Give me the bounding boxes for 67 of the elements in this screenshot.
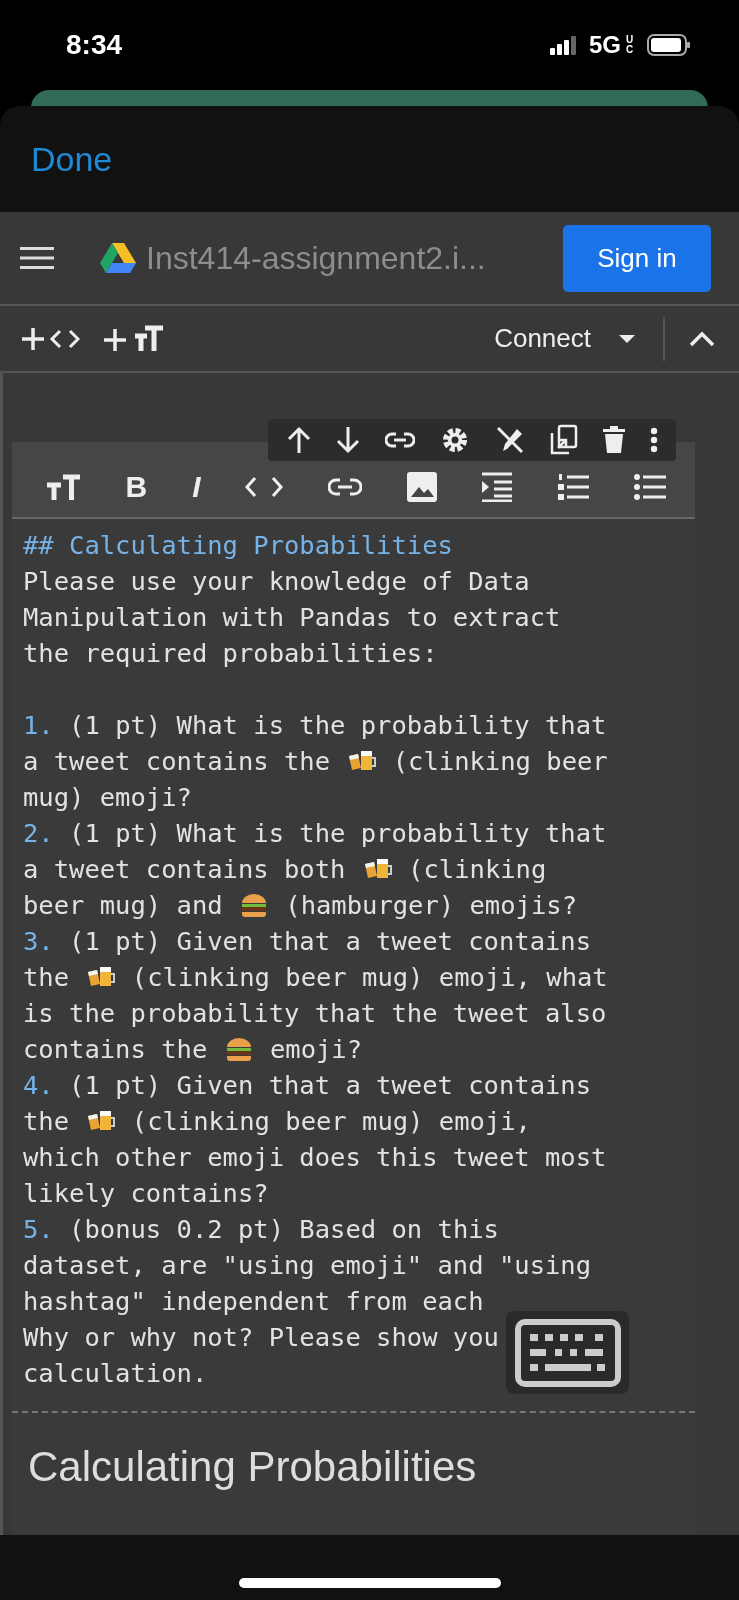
code-text: (clinking beer (391, 745, 608, 778)
status-time: 8:34 (66, 29, 123, 61)
battery-icon (647, 34, 691, 56)
code-text: the required probabilities: (23, 637, 438, 670)
notebook-title[interactable]: Inst414-assignment2.i... (146, 239, 563, 277)
code-text: contains the (23, 1033, 209, 1066)
add-text-icon[interactable] (104, 324, 164, 353)
code-text: (1 pt) What is the probability that (68, 817, 607, 850)
menu-icon[interactable] (20, 246, 54, 270)
mirror-icon[interactable] (549, 424, 578, 456)
network-label: 5G (589, 31, 621, 59)
code-text: a tweet contains both (23, 853, 347, 886)
code-text: Why or why not? Please show you (23, 1321, 499, 1354)
code-text: (bonus 0.2 pt) Based on this (68, 1213, 499, 1246)
code-text: Please use your knowledge of Data (23, 565, 530, 598)
link-icon[interactable] (328, 477, 363, 496)
numbered-list-icon[interactable] (557, 471, 590, 502)
code-text: (1 pt) Given that a tweet contains (68, 925, 592, 958)
code-text: (1 pt) Given that a tweet contains (68, 1069, 592, 1102)
code-text: dataset, are "using emoji" and "using (23, 1249, 592, 1282)
done-link[interactable]: Done (31, 139, 113, 179)
bullet-list-icon[interactable] (634, 472, 667, 501)
code-text: mug) emoji? (23, 781, 192, 814)
arrow-down-icon[interactable] (335, 426, 360, 454)
code-text: (clinking beer mug) emoji, what (130, 961, 608, 994)
more-icon[interactable] (649, 427, 658, 453)
pencil-crossed-icon[interactable] (494, 425, 525, 455)
list-number: 1. (23, 709, 54, 742)
code-text: calculation. (23, 1357, 208, 1390)
list-number: 4. (23, 1069, 54, 1102)
code-text: hashtag" independent from each (23, 1285, 484, 1318)
dropdown-caret-icon (619, 333, 635, 344)
code-text: Manipulation with Pandas to extract (23, 601, 561, 634)
trash-icon[interactable] (602, 426, 625, 454)
code-icon[interactable] (245, 475, 284, 498)
code-text: (hamburger) emojis? (284, 889, 577, 922)
collapse-caret-icon[interactable] (689, 330, 715, 347)
text-size-icon[interactable] (46, 473, 81, 500)
indent-icon[interactable] (482, 471, 513, 502)
code-text: the (23, 961, 71, 994)
list-number: 5. (23, 1213, 54, 1246)
code-text: a tweet contains the (23, 745, 332, 778)
code-text: beer mug) and (23, 889, 224, 922)
network-suffix: UC (626, 35, 635, 55)
sign-in-button[interactable]: Sign in (563, 224, 711, 292)
image-icon[interactable] (407, 471, 438, 502)
markdown-heading: ## Calculating Probabilities (23, 529, 453, 562)
code-text: (1 pt) What is the probability that (68, 709, 607, 742)
code-text: which other emoji does this tweet most (23, 1141, 607, 1174)
link-icon[interactable] (384, 432, 415, 448)
list-number: 2. (23, 817, 54, 850)
connect-dropdown[interactable]: Connect (494, 323, 635, 354)
keyboard-button[interactable] (506, 1311, 629, 1394)
code-text: (clinking beer mug) emoji, (130, 1105, 531, 1138)
rendered-heading: Calculating Probabilities (27, 1442, 478, 1491)
code-text: likely contains? (23, 1177, 269, 1210)
bold-button[interactable]: B (125, 469, 148, 504)
code-text: (clinking (407, 853, 547, 886)
list-number: 3. (23, 925, 54, 958)
add-code-icon[interactable] (22, 325, 80, 352)
signal-icon (550, 35, 578, 55)
code-text: emoji? (268, 1033, 363, 1066)
code-text: the (23, 1105, 71, 1138)
italic-button[interactable]: I (192, 469, 201, 504)
triangle-logo-icon (100, 242, 136, 274)
code-text: is the probability that the tweet also (23, 997, 607, 1030)
arrow-up-icon[interactable] (286, 426, 311, 454)
